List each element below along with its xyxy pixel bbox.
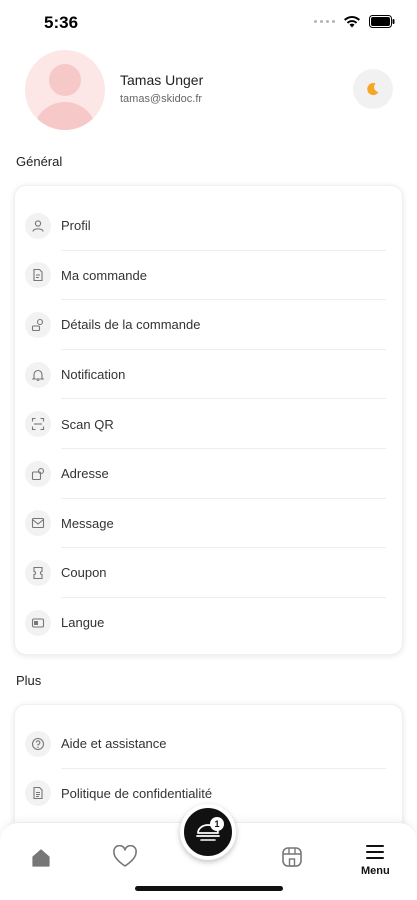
nav-favorites[interactable] (112, 845, 138, 869)
wifi-icon (344, 16, 360, 28)
menu-item-label: Aide et assistance (61, 736, 167, 752)
menu-item-label: Coupon (61, 565, 107, 581)
avatar[interactable] (25, 50, 105, 130)
nav-menu-label: Menu (361, 865, 390, 877)
menu-item-adresse[interactable]: Adresse (15, 449, 402, 499)
nav-home[interactable] (30, 847, 52, 869)
coupon-icon (25, 559, 51, 586)
menu-item-label: Détails de la commande (61, 317, 201, 333)
nav-shop[interactable] (280, 845, 304, 869)
language-icon (25, 609, 51, 636)
cart-button[interactable]: 1 (180, 804, 236, 860)
home-icon (32, 849, 50, 867)
menu-item-coupon[interactable]: Coupon (15, 548, 402, 598)
signal-icon (314, 20, 335, 23)
menu-item-notification[interactable]: Notification (15, 350, 402, 400)
menu-item-label: Scan QR (61, 416, 114, 432)
section-title-general: Général (16, 154, 63, 169)
store-icon (282, 847, 302, 867)
document-icon (25, 780, 51, 807)
user-icon (25, 212, 51, 239)
help-icon (25, 730, 51, 757)
status-time: 5:36 (44, 13, 79, 32)
theme-toggle-button[interactable] (353, 69, 393, 109)
order-details-icon (25, 311, 51, 338)
user-name: Tamas Unger (120, 72, 204, 88)
status-bar: 5:36 (0, 0, 417, 48)
general-menu-card: Profil Ma commande Détails de la command… (14, 185, 403, 655)
menu-icon (366, 845, 385, 859)
menu-item-label: Adresse (61, 466, 109, 482)
menu-item-label: Profil (61, 218, 91, 234)
battery-icon (369, 15, 395, 28)
profile-header: Tamas Unger tamas@skidoc.fr (0, 48, 417, 138)
menu-item-details-commande[interactable]: Détails de la commande (15, 300, 402, 350)
cart-count-badge: 1 (210, 817, 224, 831)
user-email: tamas@skidoc.fr (120, 93, 203, 105)
menu-item-scan-qr[interactable]: Scan QR (15, 399, 402, 449)
menu-item-label: Notification (61, 367, 126, 383)
nav-menu[interactable]: Menu (361, 843, 390, 877)
menu-item-langue[interactable]: Langue (15, 598, 402, 648)
menu-item-ma-commande[interactable]: Ma commande (15, 251, 402, 301)
status-icons (314, 15, 395, 28)
moon-icon (367, 83, 379, 96)
menu-item-label: Politique de confidentialité (61, 785, 213, 801)
menu-item-label: Langue (61, 615, 105, 631)
home-indicator (135, 886, 283, 891)
heart-icon (113, 845, 137, 867)
address-icon (25, 460, 51, 487)
menu-item-label: Ma commande (61, 267, 147, 283)
menu-item-profil[interactable]: Profil (15, 201, 402, 251)
order-icon (25, 262, 51, 289)
message-icon (25, 510, 51, 537)
menu-item-message[interactable]: Message (15, 499, 402, 549)
menu-item-aide[interactable]: Aide et assistance (15, 719, 402, 769)
qr-scan-icon (25, 411, 51, 438)
section-title-plus: Plus (16, 673, 42, 688)
menu-item-label: Message (61, 515, 114, 531)
bell-icon (25, 361, 51, 388)
